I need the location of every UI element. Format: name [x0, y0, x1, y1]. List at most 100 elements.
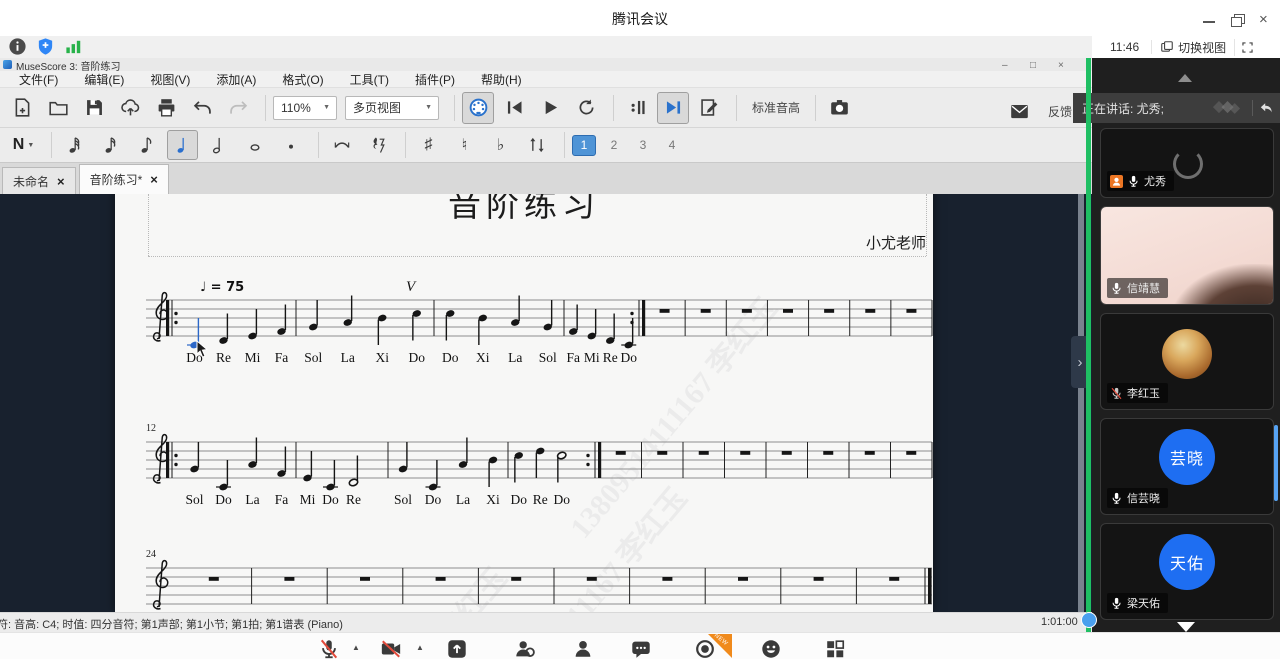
participant-label: 尤秀: [1107, 171, 1174, 191]
svg-text:Do: Do: [409, 350, 426, 365]
close-icon[interactable]: ×: [57, 174, 65, 189]
voice-4-button[interactable]: 4: [661, 136, 683, 155]
rest-icon[interactable]: [362, 130, 393, 160]
apps-icon[interactable]: [824, 638, 848, 659]
publish-icon[interactable]: [114, 92, 146, 124]
invite-icon[interactable]: [572, 638, 596, 659]
augmentation-dot-icon[interactable]: [275, 130, 306, 160]
svg-text:Fa: Fa: [275, 350, 289, 365]
meeting-info-icon[interactable]: [8, 37, 27, 56]
close-button[interactable]: ×: [1259, 14, 1273, 26]
share-border-handle[interactable]: [1081, 612, 1097, 628]
ms-close-button[interactable]: ×: [1058, 60, 1064, 71]
count-in-icon[interactable]: [621, 92, 653, 124]
separator: [736, 95, 737, 121]
mail-icon[interactable]: [1004, 95, 1036, 127]
camera-off-icon[interactable]: [380, 638, 404, 659]
view-mode-select[interactable]: 多页视图▼: [345, 96, 439, 120]
separator: [51, 132, 52, 158]
emoji-icon[interactable]: [760, 638, 784, 659]
redo-icon[interactable]: [222, 92, 254, 124]
reply-arrow-icon[interactable]: [1258, 100, 1274, 116]
meeting-logo-icon: [1209, 99, 1247, 117]
menu-格式(O)[interactable]: 格式(O): [269, 71, 336, 88]
note-16th-icon[interactable]: [95, 130, 126, 160]
menu-文件(F)[interactable]: 文件(F): [6, 71, 71, 88]
natural-icon[interactable]: ♮: [449, 130, 480, 160]
play-position: 1:01:00: [1041, 616, 1078, 628]
participant-tile-信芸晓[interactable]: 芸晓信芸晓: [1100, 418, 1274, 515]
network-signal-icon[interactable]: [64, 37, 83, 56]
menu-视图(V)[interactable]: 视图(V): [137, 71, 203, 88]
minimize-button[interactable]: [1202, 14, 1216, 26]
score-scrollbar[interactable]: [1078, 194, 1084, 612]
music-system-1[interactable]: ♩ = 75VDoReMiFaSolLaXiDoDoXiLaSolFaMiReD…: [146, 278, 938, 374]
sharp-icon[interactable]: ♯: [413, 130, 444, 160]
svg-text:Re: Re: [603, 350, 618, 365]
note-input-mode-button[interactable]: N▼: [8, 130, 39, 160]
flip-direction-icon[interactable]: [521, 130, 552, 160]
participant-tile-李红玉[interactable]: 李红玉: [1100, 313, 1274, 410]
security-shield-icon[interactable]: [36, 37, 55, 56]
caret-up-icon[interactable]: ▲: [416, 643, 428, 659]
score-title[interactable]: 音阶练习: [115, 194, 933, 226]
undo-icon[interactable]: [186, 92, 218, 124]
new-score-icon[interactable]: [6, 92, 38, 124]
mic-muted-icon[interactable]: [318, 638, 342, 659]
chat-icon[interactable]: [630, 638, 654, 659]
note-half-icon[interactable]: [203, 130, 234, 160]
concert-pitch-toggle[interactable]: 标准音高: [752, 99, 800, 116]
note-whole-icon[interactable]: [239, 130, 270, 160]
midi-input-icon[interactable]: [462, 92, 494, 124]
rewind-icon[interactable]: [498, 92, 530, 124]
participant-tile-梁天佑[interactable]: 天佑梁天佑: [1100, 523, 1274, 620]
screenshot-camera-icon[interactable]: [823, 92, 855, 124]
menu-插件(P)[interactable]: 插件(P): [402, 71, 468, 88]
menu-添加(A)[interactable]: 添加(A): [203, 71, 269, 88]
menu-工具(T)[interactable]: 工具(T): [337, 71, 402, 88]
voice-3-button[interactable]: 3: [632, 136, 654, 155]
note-8th-icon[interactable]: [131, 130, 162, 160]
tie-icon[interactable]: [326, 130, 357, 160]
scroll-up-icon[interactable]: [1178, 74, 1192, 82]
close-icon[interactable]: ×: [150, 172, 158, 187]
participant-tile-尤秀[interactable]: 尤秀: [1100, 128, 1274, 198]
voice-1-button[interactable]: 1: [572, 135, 596, 156]
zoom-select[interactable]: 110%▼: [273, 96, 337, 120]
panel-scrollbar-thumb[interactable]: [1274, 425, 1278, 501]
flat-icon[interactable]: ♭: [485, 130, 516, 160]
print-icon[interactable]: [150, 92, 182, 124]
tab-未命名[interactable]: 未命名×: [2, 167, 76, 194]
menu-编辑(E)[interactable]: 编辑(E): [71, 71, 137, 88]
save-icon[interactable]: [78, 92, 110, 124]
image-capture-icon[interactable]: [693, 92, 725, 124]
svg-text:Do: Do: [621, 350, 638, 365]
ms-maximize-button[interactable]: □: [1030, 60, 1036, 71]
feedback-button[interactable]: 反馈: [1048, 103, 1072, 120]
note-quarter-icon[interactable]: [167, 130, 198, 160]
voice-2-button[interactable]: 2: [603, 136, 625, 155]
share-screen-icon[interactable]: [446, 638, 470, 659]
restore-button[interactable]: [1231, 14, 1245, 26]
music-system-2[interactable]: 12SolDoLaFaMiDoReSolDoLaXiDoReDo: [146, 420, 938, 516]
fullscreen-button[interactable]: [1235, 41, 1260, 54]
svg-text:Mi: Mi: [300, 492, 316, 507]
scroll-down-icon[interactable]: [1177, 622, 1195, 632]
score-composer[interactable]: 小尤老师: [600, 232, 926, 253]
participant-tile-信靖慧[interactable]: 信靖慧: [1100, 206, 1274, 305]
caret-up-icon[interactable]: ▲: [352, 643, 364, 659]
menu-帮助(H)[interactable]: 帮助(H): [468, 71, 535, 88]
svg-text:Do: Do: [322, 492, 339, 507]
open-file-icon[interactable]: [42, 92, 74, 124]
ms-minimize-button[interactable]: –: [1002, 60, 1008, 71]
play-icon[interactable]: [534, 92, 566, 124]
switch-view-button[interactable]: 切换视图: [1152, 39, 1235, 56]
score-area[interactable]: 音阶练习 小尤老师 13809514111167 李红玉 13809514111…: [0, 194, 1092, 612]
play-repeats-icon[interactable]: [657, 92, 689, 124]
loop-playback-icon[interactable]: [570, 92, 602, 124]
member-manage-icon[interactable]: [514, 638, 538, 659]
separator: [613, 95, 614, 121]
note-32nd-icon[interactable]: [59, 130, 90, 160]
music-system-3[interactable]: 24: [146, 546, 938, 612]
tab-音阶练习*[interactable]: 音阶练习*×: [79, 164, 169, 194]
